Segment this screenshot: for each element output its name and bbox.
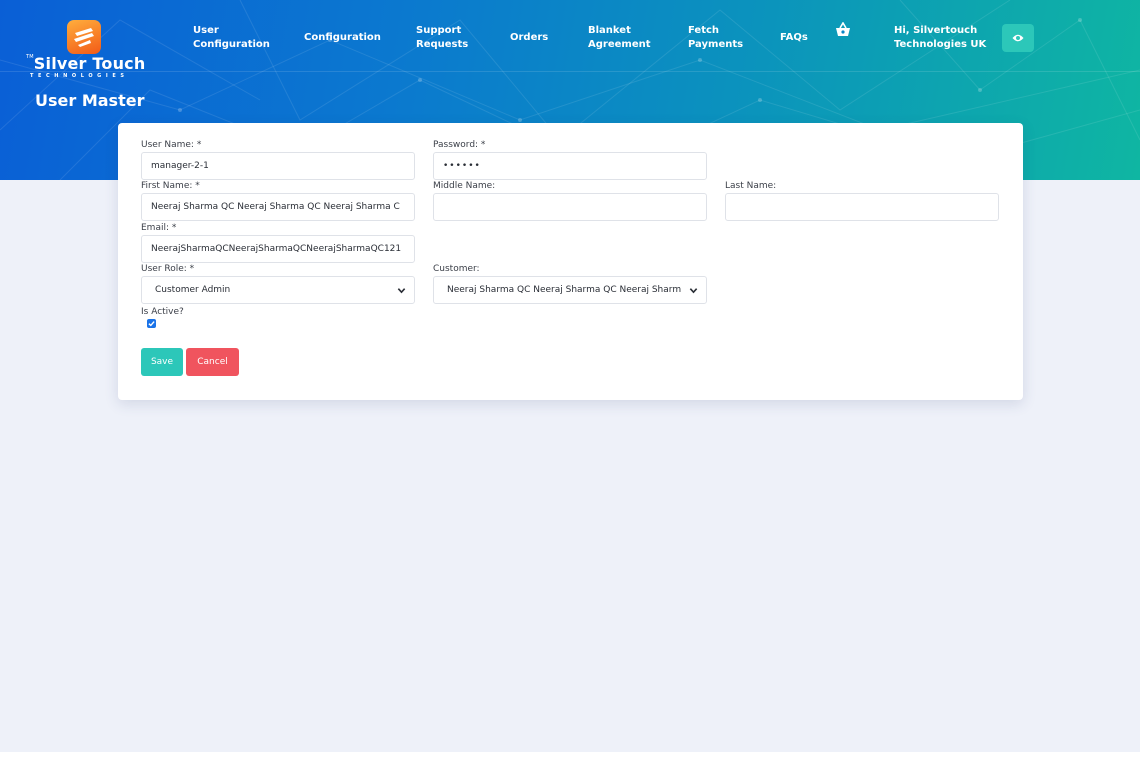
is-active-checkbox[interactable]: [147, 319, 156, 328]
customer-select[interactable]: Neeraj Sharma QC Neeraj Sharma QC Neeraj…: [433, 276, 707, 304]
nav-orders[interactable]: Orders: [510, 31, 548, 45]
nav-fetch-payments-line2: Payments: [688, 39, 744, 50]
nav-blanket-agreement[interactable]: Blanket Agreement: [588, 24, 651, 52]
nav-support-requests[interactable]: Support Requests: [416, 24, 468, 52]
shopping-basket-icon[interactable]: [834, 21, 852, 38]
nav-orders-label: Orders: [510, 32, 549, 43]
password-label: Password: *: [433, 140, 486, 150]
checkmark-icon: [148, 321, 155, 327]
nav-user-configuration-line1: User: [193, 25, 219, 36]
first-name-input[interactable]: Neeraj Sharma QC Neeraj Sharma QC Neeraj…: [141, 193, 415, 221]
nav-configuration[interactable]: Configuration: [304, 31, 381, 45]
company-logo[interactable]: TMSilver Touch TECHNOLOGIES: [26, 20, 150, 79]
greeting-line2: Technologies UK: [894, 39, 987, 50]
nav-blanket-agreement-line2: Agreement: [588, 39, 651, 50]
last-name-input[interactable]: [725, 193, 999, 221]
email-input[interactable]: NeerajSharmaQCNeerajSharmaQCNeerajSharma…: [141, 235, 415, 263]
user-greeting[interactable]: Hi, Silvertouch Technologies UK: [894, 24, 986, 52]
nav-user-configuration-line2: Configuration: [193, 39, 270, 50]
top-navigation-bar: TMSilver Touch TECHNOLOGIES User Configu…: [0, 0, 1140, 79]
password-input[interactable]: ••••••: [433, 152, 707, 180]
nav-fetch-payments[interactable]: Fetch Payments: [688, 24, 743, 52]
user-name-label: User Name: *: [141, 140, 202, 150]
page-title: User Master: [35, 91, 145, 110]
middle-name-label: Middle Name:: [433, 181, 496, 191]
logo-tagline: TECHNOLOGIES: [30, 73, 129, 79]
user-master-form-card: User Name: * manager-2-1 Password: * •••…: [118, 123, 1023, 400]
logo-badge-icon: [67, 20, 101, 54]
chevron-down-icon: [397, 288, 406, 294]
user-role-select[interactable]: Customer Admin: [141, 276, 415, 304]
nav-user-configuration[interactable]: User Configuration: [193, 24, 270, 52]
nav-configuration-label: Configuration: [304, 32, 381, 43]
user-name-input[interactable]: manager-2-1: [141, 152, 415, 180]
eye-icon: [1012, 34, 1024, 42]
nav-support-requests-line2: Requests: [416, 39, 469, 50]
customer-selected-value: Neeraj Sharma QC Neeraj Sharma QC Neeraj…: [447, 285, 682, 295]
nav-faqs[interactable]: FAQs: [780, 31, 808, 45]
save-button[interactable]: Save: [141, 348, 183, 376]
nav-faqs-label: FAQs: [780, 32, 808, 43]
nav-support-requests-line1: Support: [416, 25, 462, 36]
email-label: Email: *: [141, 223, 177, 233]
cancel-button[interactable]: Cancel: [186, 348, 239, 376]
customer-label: Customer:: [433, 264, 480, 274]
nav-blanket-agreement-line1: Blanket: [588, 25, 631, 36]
user-role-selected-value: Customer Admin: [155, 285, 231, 295]
first-name-label: First Name: *: [141, 181, 200, 191]
greeting-line1: Hi, Silvertouch: [894, 25, 978, 36]
page-footer-strip: [0, 752, 1140, 760]
chevron-down-icon: [689, 288, 698, 294]
last-name-label: Last Name:: [725, 181, 777, 191]
nav-fetch-payments-line1: Fetch: [688, 25, 720, 36]
is-active-label: Is Active?: [141, 307, 184, 317]
view-toggle-button[interactable]: [1002, 24, 1034, 52]
middle-name-input[interactable]: [433, 193, 707, 221]
user-role-label: User Role: *: [141, 264, 195, 274]
logo-wordmark: TMSilver Touch: [26, 54, 146, 73]
